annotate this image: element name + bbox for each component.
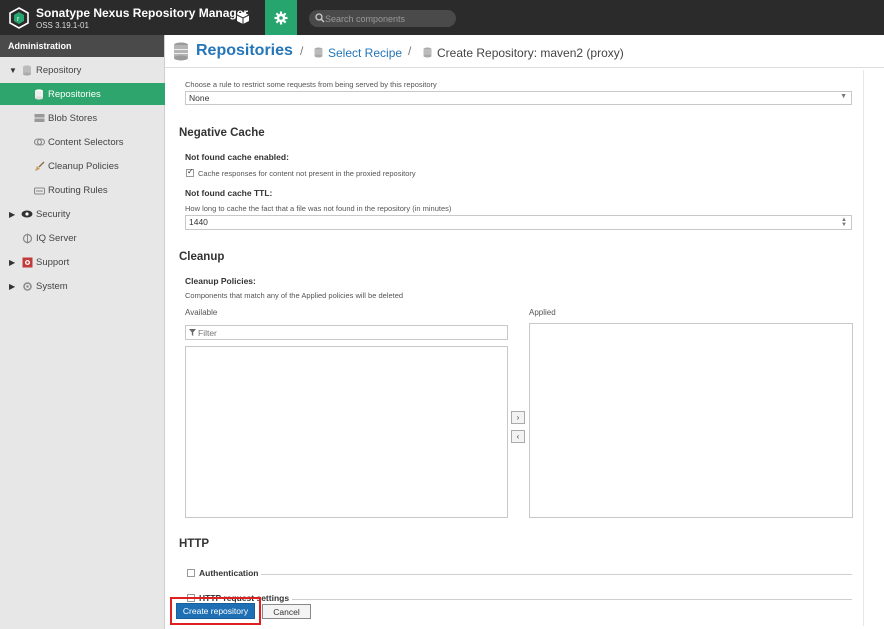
- authentication-checkbox[interactable]: [187, 569, 195, 577]
- sidebar-item-label: IQ Server: [36, 232, 77, 244]
- chevron-down-icon[interactable]: ▼: [840, 93, 847, 100]
- negative-cache-heading: Negative Cache: [179, 127, 265, 139]
- add-policy-button[interactable]: ›: [511, 411, 525, 424]
- support-icon: [21, 256, 33, 268]
- routing-rule-select[interactable]: None ▼: [185, 91, 852, 105]
- routing-rule-value: None: [189, 93, 210, 103]
- breadcrumb: Repositories / Select Recipe / Create Re…: [165, 35, 884, 68]
- not-found-cache-checkbox-label: Cache responses for content not present …: [198, 169, 416, 178]
- administration-button[interactable]: [265, 0, 297, 35]
- sidebar-item-cleanup-policies[interactable]: Cleanup Policies: [0, 155, 165, 177]
- applied-policies-list[interactable]: [529, 323, 853, 518]
- breadcrumb-separator: /: [300, 44, 304, 58]
- gear-icon: [274, 11, 288, 24]
- sidebar-item-blob-stores[interactable]: Blob Stores: [0, 107, 165, 129]
- collapsed-arrow-icon[interactable]: ▶: [9, 258, 15, 267]
- sidebar-item-label: Content Selectors: [48, 136, 124, 148]
- remove-policy-button[interactable]: ‹: [511, 430, 525, 443]
- applied-label: Applied: [529, 308, 556, 317]
- sidebar-item-label: Security: [36, 208, 71, 220]
- layers-icon: [33, 136, 45, 148]
- browse-button[interactable]: [226, 0, 260, 35]
- cube-icon: [236, 11, 250, 24]
- breadcrumb-separator: /: [408, 44, 412, 58]
- filter-icon: [189, 329, 196, 336]
- sidebar-item-label: Blob Stores: [48, 112, 98, 124]
- sidebar-item-label: Repositories: [48, 88, 101, 100]
- not-found-cache-ttl-field[interactable]: 1440 ▲ ▼: [185, 215, 852, 230]
- cog-icon: [21, 280, 33, 292]
- main-panel: Repositories / Select Recipe / Create Re…: [165, 35, 884, 629]
- sidebar-item-support[interactable]: ▶ Support: [0, 251, 165, 273]
- sidebar-item-label: Cleanup Policies: [48, 160, 119, 172]
- cleanup-filter-field[interactable]: [185, 325, 508, 340]
- app-version: OSS 3.19.1-01: [36, 21, 89, 30]
- search-box[interactable]: [309, 10, 456, 27]
- available-policies-list[interactable]: [185, 346, 508, 518]
- broom-icon: [33, 160, 45, 172]
- sidebar-item-routing-rules[interactable]: Routing Rules: [0, 179, 165, 201]
- search-input[interactable]: [325, 10, 453, 27]
- database-icon: [33, 88, 45, 100]
- database-icon: [314, 47, 323, 58]
- database-icon: [423, 47, 432, 58]
- search-icon: [315, 13, 325, 23]
- sidebar-item-system[interactable]: ▶ System: [0, 275, 165, 297]
- sidebar-item-repository[interactable]: ▼ Repository: [0, 59, 165, 81]
- server-icon: [33, 112, 45, 124]
- collapsed-arrow-icon[interactable]: ▶: [9, 282, 15, 291]
- cleanup-heading: Cleanup: [179, 251, 225, 263]
- eye-icon: [21, 208, 33, 220]
- router-icon: [33, 184, 45, 196]
- sidebar-item-label: System: [36, 280, 68, 292]
- repository-form: Choose a rule to restrict some requests …: [165, 69, 884, 629]
- breadcrumb-select-recipe[interactable]: Select Recipe: [328, 46, 402, 60]
- cleanup-help: Components that match any of the Applied…: [185, 291, 404, 300]
- http-heading: HTTP: [179, 538, 210, 550]
- iq-server-icon: [21, 232, 33, 244]
- cleanup-filter-input[interactable]: [198, 326, 498, 339]
- create-repository-button[interactable]: Create repository: [176, 603, 255, 619]
- sidebar-item-label: Repository: [36, 64, 82, 76]
- sidebar-item-label: Support: [36, 256, 70, 268]
- app-title: Sonatype Nexus Repository Manager: [36, 6, 249, 20]
- spinner-icon[interactable]: ▲ ▼: [841, 217, 847, 228]
- cancel-button[interactable]: Cancel: [262, 604, 311, 619]
- ttl-value: 1440: [189, 217, 208, 227]
- sidebar-item-iq-server[interactable]: IQ Server: [0, 227, 165, 249]
- available-label: Available: [185, 308, 218, 317]
- top-header: r Sonatype Nexus Repository Manager OSS …: [0, 0, 884, 35]
- routing-rule-help: Choose a rule to restrict some requests …: [185, 80, 437, 89]
- sidebar-item-label: Routing Rules: [48, 184, 108, 196]
- divider: [292, 599, 852, 600]
- scrollbar-track: [863, 70, 864, 626]
- authentication-label: Authentication: [199, 568, 259, 578]
- collapsed-arrow-icon[interactable]: ▶: [9, 210, 15, 219]
- breadcrumb-create-repository: Create Repository: maven2 (proxy): [437, 46, 624, 60]
- sidebar: Administration ▼ Repository Repositories…: [0, 35, 165, 629]
- divider: [261, 574, 852, 575]
- database-icon: [21, 64, 33, 76]
- breadcrumb-repositories[interactable]: Repositories: [196, 42, 293, 60]
- not-found-cache-checkbox[interactable]: [186, 167, 194, 177]
- not-found-cache-enabled-label: Not found cache enabled:: [185, 152, 289, 162]
- cleanup-policies-label: Cleanup Policies:: [185, 276, 256, 286]
- sidebar-item-repositories[interactable]: Repositories: [0, 83, 165, 105]
- sidebar-header: Administration: [0, 35, 164, 57]
- nexus-logo-icon[interactable]: r: [9, 7, 29, 29]
- sidebar-item-security[interactable]: ▶ Security: [0, 203, 165, 225]
- not-found-cache-ttl-help: How long to cache the fact that a file w…: [185, 204, 452, 213]
- sidebar-item-content-selectors[interactable]: Content Selectors: [0, 131, 165, 153]
- database-icon: [174, 42, 188, 61]
- not-found-cache-ttl-label: Not found cache TTL:: [185, 188, 273, 198]
- expanded-arrow-icon[interactable]: ▼: [9, 66, 17, 75]
